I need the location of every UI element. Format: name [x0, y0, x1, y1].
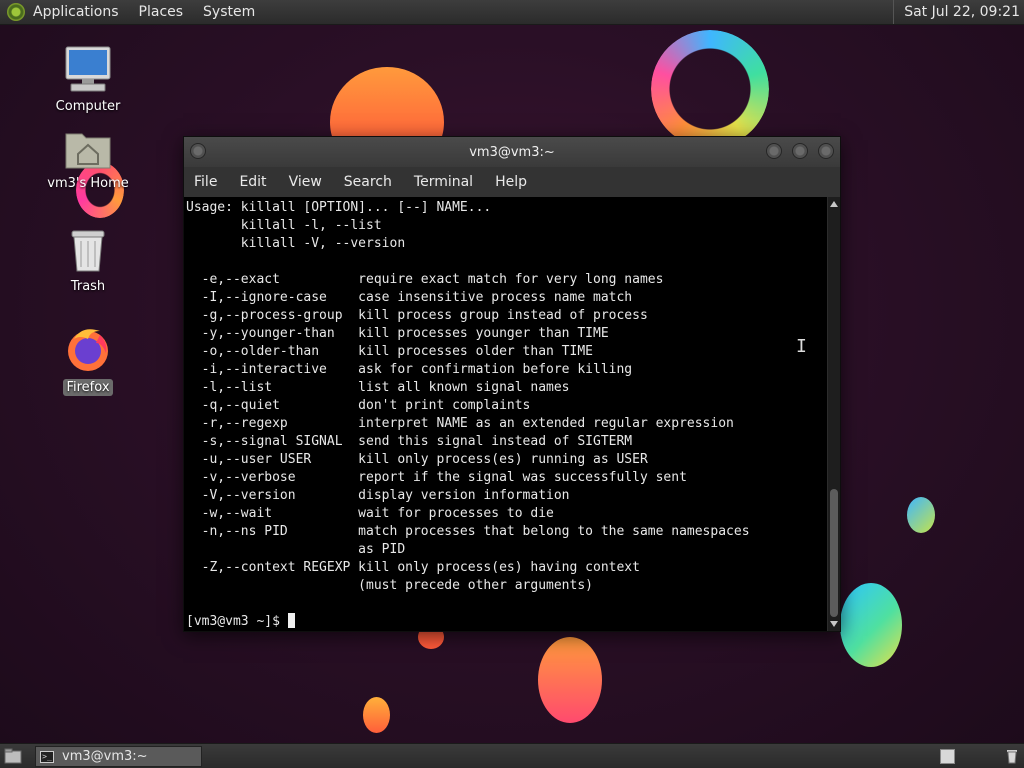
taskbar-terminal-button[interactable]: >_ vm3@vm3:~: [35, 746, 202, 767]
ibeam-cursor-icon: I: [796, 336, 807, 357]
terminal-line: killall -l, --list: [186, 218, 382, 233]
computer-icon: [65, 46, 111, 92]
terminal-icon: >_: [40, 750, 54, 763]
terminal-line: (must precede other arguments): [186, 578, 593, 593]
top-panel: Applications Places System Sat Jul 22, 0…: [0, 0, 1024, 25]
clock[interactable]: Sat Jul 22, 09:21: [893, 0, 1024, 24]
terminal-line: as PID: [186, 542, 406, 557]
terminal-line: -v,--verbose report if the signal was su…: [186, 470, 687, 485]
menu-system[interactable]: System: [203, 4, 255, 20]
window-title: vm3@vm3:~: [469, 144, 555, 160]
desktop-icon-computer[interactable]: Computer: [43, 45, 133, 114]
terminal-lines: Usage: killall [OPTION]... [--] NAME... …: [186, 199, 827, 613]
terminal-line: -n,--ns PID match processes that belong …: [186, 524, 750, 539]
terminal-line: -V,--version display version information: [186, 488, 570, 503]
show-desktop-icon[interactable]: [4, 748, 22, 764]
scroll-up-arrow-icon[interactable]: [830, 201, 838, 207]
terminal-line: -i,--interactive ask for confirmation be…: [186, 362, 633, 377]
terminal-menubar: File Edit View Search Terminal Help: [184, 167, 840, 197]
menu-view[interactable]: View: [289, 174, 322, 190]
terminal-line: -y,--younger-than kill processes younger…: [186, 326, 609, 341]
terminal-line: -l,--list list all known signal names: [186, 380, 570, 395]
wallpaper-small-orange-blob: [363, 697, 390, 733]
menu-applications[interactable]: Applications: [33, 4, 119, 20]
prompt-line[interactable]: [vm3@vm3 ~]$: [186, 613, 827, 631]
terminal-line: -I,--ignore-case case insensitive proces…: [186, 290, 633, 305]
terminal-window[interactable]: vm3@vm3:~ File Edit View Search Terminal…: [183, 136, 841, 632]
terminal-output[interactable]: Usage: killall [OPTION]... [--] NAME... …: [184, 197, 827, 631]
terminal-line: -q,--quiet don't print complaints: [186, 398, 531, 413]
trash-icon: [71, 230, 105, 272]
menu-help[interactable]: Help: [495, 174, 527, 190]
window-titlebar[interactable]: vm3@vm3:~: [184, 137, 840, 167]
minimize-button[interactable]: [766, 143, 782, 159]
desktop-icon-firefox[interactable]: Firefox: [43, 325, 133, 396]
window-menu-button[interactable]: [190, 143, 206, 159]
wallpaper-orange-blob-bottom: [538, 637, 602, 723]
terminal-line: killall -V, --version: [186, 236, 406, 251]
terminal-line: -e,--exact require exact match for very …: [186, 272, 664, 287]
menu-file[interactable]: File: [194, 174, 217, 190]
bottom-panel: >_ vm3@vm3:~: [0, 743, 1024, 768]
wallpaper-gradient-ring: [651, 30, 769, 148]
scroll-down-arrow-icon[interactable]: [830, 621, 838, 627]
taskbar-label: vm3@vm3:~: [62, 749, 148, 764]
desktop-icon-home[interactable]: vm3's Home: [43, 128, 133, 191]
wallpaper-small-green-blob: [907, 497, 935, 533]
shell-prompt: [vm3@vm3 ~]$: [186, 614, 288, 629]
trash-applet-icon[interactable]: [1004, 748, 1020, 764]
terminal-line: -r,--regexp interpret NAME as an extende…: [186, 416, 734, 431]
firefox-icon: [68, 329, 108, 371]
terminal-line: -g,--process-group kill process group in…: [186, 308, 648, 323]
desktop-icon-label: vm3's Home: [47, 176, 129, 191]
terminal-line: -s,--signal SIGNAL send this signal inst…: [186, 434, 633, 449]
menu-places[interactable]: Places: [139, 4, 184, 20]
terminal-line: Usage: killall [OPTION]... [--] NAME...: [186, 200, 492, 215]
desktop-icon-label: Firefox: [63, 379, 113, 396]
scrollbar-thumb[interactable]: [830, 489, 838, 617]
close-button[interactable]: [818, 143, 834, 159]
text-cursor: [287, 613, 295, 628]
desktop-icon-label: Computer: [55, 99, 121, 114]
wallpaper-green-blue-blob: [840, 583, 902, 667]
home-folder-icon: [65, 133, 111, 169]
workspace-switcher[interactable]: [940, 749, 955, 764]
terminal-line: -Z,--context REGEXP kill only process(es…: [186, 560, 640, 575]
terminal-scrollbar[interactable]: [827, 197, 840, 631]
mate-logo-icon[interactable]: [7, 3, 25, 21]
terminal-line: -o,--older-than kill processes older tha…: [186, 344, 593, 359]
terminal-line: -w,--wait wait for processes to die: [186, 506, 554, 521]
terminal-line: -u,--user USER kill only process(es) run…: [186, 452, 648, 467]
maximize-button[interactable]: [792, 143, 808, 159]
menu-search[interactable]: Search: [344, 174, 392, 190]
menu-terminal[interactable]: Terminal: [414, 174, 473, 190]
desktop-icon-label: Trash: [70, 279, 106, 294]
desktop-icon-trash[interactable]: Trash: [43, 227, 133, 294]
menu-edit[interactable]: Edit: [239, 174, 266, 190]
